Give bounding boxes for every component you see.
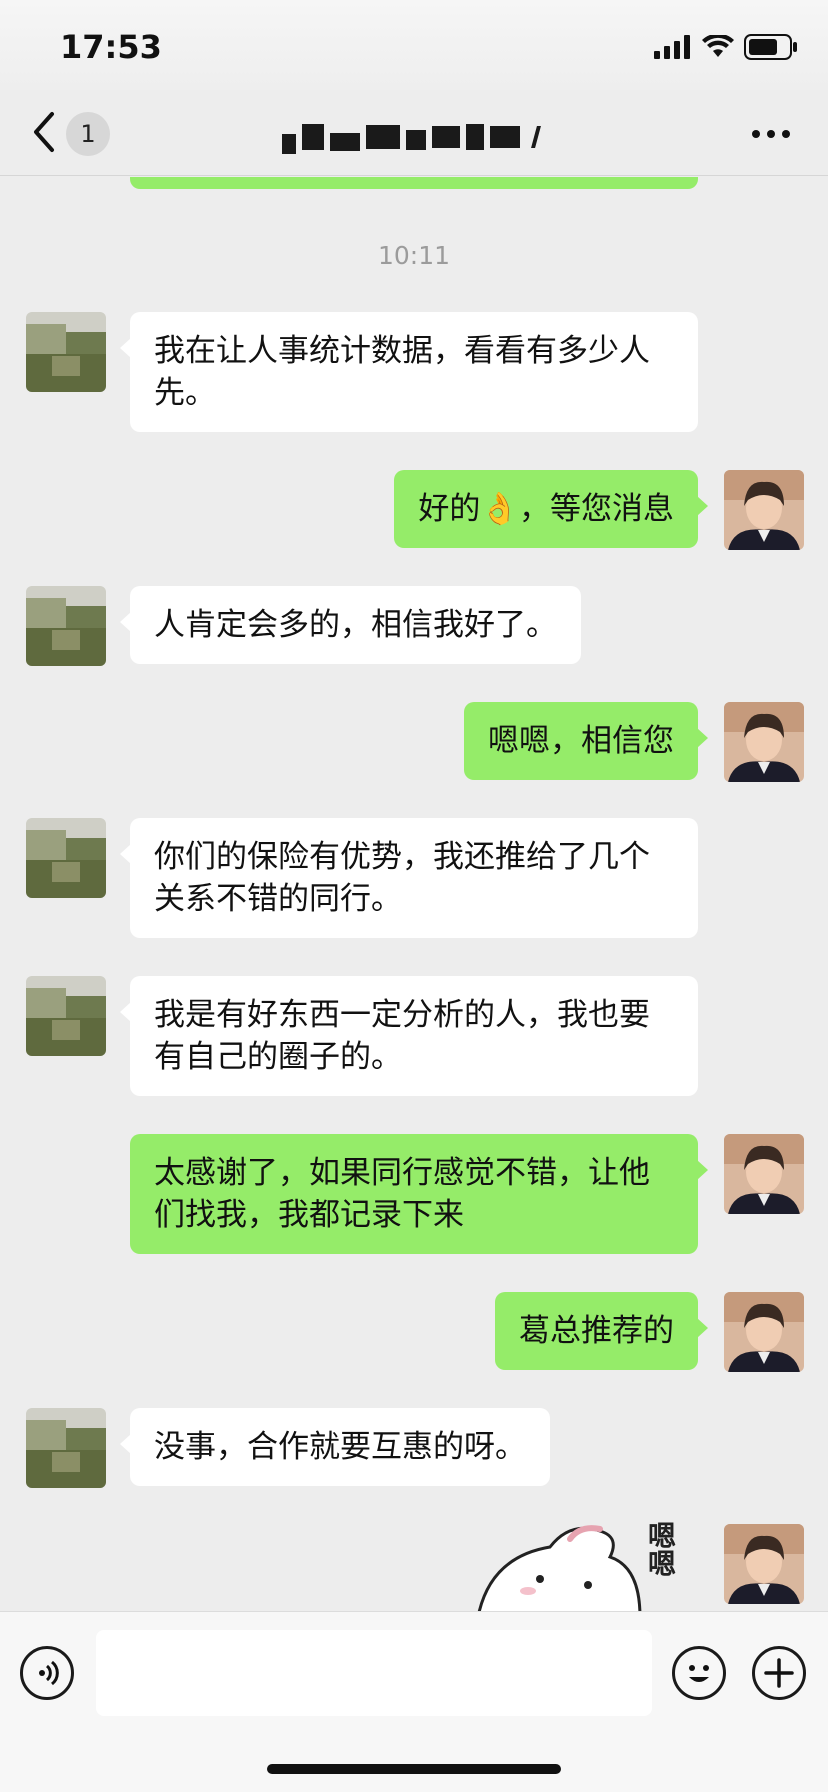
voice-input-button[interactable] xyxy=(20,1646,74,1700)
emoji-icon xyxy=(689,1665,709,1682)
home-indicator xyxy=(267,1764,561,1774)
my-avatar[interactable] xyxy=(724,1292,804,1372)
system-icons xyxy=(654,34,798,60)
received-message-bubble[interactable]: 我是有好东西一定分析的人，我也要有自己的圈子的。 xyxy=(120,976,698,1096)
my-avatar[interactable] xyxy=(724,470,804,550)
wifi-icon xyxy=(702,35,734,57)
chat-header: 1 xyxy=(0,90,828,176)
status-bar: 17:53 xyxy=(0,0,828,100)
received-message-bubble[interactable]: 我在让人事统计数据，看看有多少人先。 xyxy=(120,312,698,432)
previous-message-bubble xyxy=(130,177,698,189)
message-input[interactable] xyxy=(96,1630,652,1716)
contact-avatar[interactable] xyxy=(26,586,106,666)
sent-message-bubble[interactable]: 葛总推荐的 xyxy=(495,1292,708,1370)
sent-message-bubble[interactable]: 好的👌，等您消息 xyxy=(394,470,708,548)
received-message-bubble[interactable]: 你们的保险有优势，我还推给了几个关系不错的同行。 xyxy=(120,818,698,938)
more-actions-button[interactable] xyxy=(752,1646,806,1700)
status-time: 17:53 xyxy=(60,28,162,66)
contact-name-redacted xyxy=(282,120,541,154)
back-chevron-icon[interactable] xyxy=(30,110,58,154)
battery-icon xyxy=(744,34,797,60)
contact-avatar[interactable] xyxy=(26,312,106,392)
cellular-signal-icon xyxy=(654,35,690,59)
message-list[interactable]: 10:11 我在让人事统计数据，看看有多少人先。 好的👌，等您消息 人肯定会多的… xyxy=(0,177,828,1611)
sent-message-bubble[interactable]: 嗯嗯，相信您 xyxy=(464,702,708,780)
my-avatar[interactable] xyxy=(724,702,804,782)
my-avatar[interactable] xyxy=(724,1134,804,1214)
message-timestamp: 10:11 xyxy=(377,241,451,270)
more-options-icon[interactable] xyxy=(752,130,790,138)
rabbit-sticker[interactable]: 嗯嗯 xyxy=(470,1517,700,1611)
my-avatar[interactable] xyxy=(724,1524,804,1604)
sticker-text: 嗯嗯 xyxy=(644,1521,677,1577)
contact-avatar[interactable] xyxy=(26,976,106,1056)
voice-icon xyxy=(39,1660,59,1686)
contact-avatar[interactable] xyxy=(26,818,106,898)
received-message-bubble[interactable]: 没事，合作就要互惠的呀。 xyxy=(120,1408,550,1486)
sent-message-bubble[interactable]: 太感谢了，如果同行感觉不错，让他们找我，我都记录下来 xyxy=(130,1134,708,1254)
received-message-bubble[interactable]: 人肯定会多的，相信我好了。 xyxy=(120,586,581,664)
plus-icon xyxy=(764,1658,794,1688)
emoji-button[interactable] xyxy=(672,1646,726,1700)
unread-count-badge[interactable]: 1 xyxy=(66,112,110,156)
contact-avatar[interactable] xyxy=(26,1408,106,1488)
